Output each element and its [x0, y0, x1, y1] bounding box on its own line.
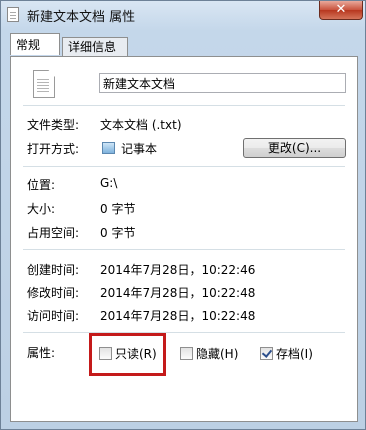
title-bar[interactable]: 新建文本文档 属性 ✕: [1, 1, 365, 29]
tab-details[interactable]: 详细信息: [62, 37, 128, 57]
tab-bar: 常规 详细信息: [10, 33, 358, 57]
size-value: 0 字节: [100, 202, 136, 216]
archive-checkbox[interactable]: [260, 347, 273, 360]
file-name-input[interactable]: [99, 73, 346, 93]
accessed-value: 2014年7月28日，10:22:48: [100, 309, 256, 323]
readonly-highlight-annotation: [89, 333, 166, 376]
size-on-disk-label: 占用空间:: [27, 226, 80, 240]
document-icon: [33, 70, 55, 98]
created-label: 创建时间:: [27, 263, 80, 277]
divider: [23, 166, 345, 167]
accessed-label: 访问时间:: [27, 309, 80, 323]
change-button[interactable]: 更改(C)...: [243, 138, 346, 158]
location-label: 位置:: [27, 178, 56, 192]
open-with-value: 记事本: [121, 142, 158, 156]
general-panel: 文件类型: 文本文档 (.txt) 打开方式: 记事本 更改(C)... 位置:…: [10, 56, 358, 422]
attributes-label: 属性:: [27, 346, 56, 360]
created-value: 2014年7月28日，10:22:46: [100, 263, 256, 277]
location-value: G:\: [100, 176, 118, 190]
notepad-icon: [102, 142, 115, 154]
hidden-label[interactable]: 隐藏(H): [196, 345, 238, 362]
window-title: 新建文本文档 属性: [27, 10, 136, 25]
modified-label: 修改时间:: [27, 286, 80, 300]
file-type-label: 文件类型:: [27, 118, 80, 132]
divider: [23, 332, 345, 333]
size-label: 大小:: [27, 202, 56, 216]
modified-value: 2014年7月28日，10:22:48: [100, 286, 256, 300]
open-with-label: 打开方式:: [27, 142, 80, 156]
divider: [23, 249, 345, 250]
text-file-icon: [7, 7, 19, 22]
size-on-disk-value: 0 字节: [100, 226, 136, 240]
tab-general[interactable]: 常规: [10, 33, 60, 55]
close-button[interactable]: ✕: [319, 1, 363, 20]
divider: [23, 105, 345, 106]
document-icon-lines: [37, 79, 49, 80]
hidden-checkbox[interactable]: [180, 347, 193, 360]
archive-label[interactable]: 存档(I): [276, 345, 313, 362]
file-type-value: 文本文档 (.txt): [100, 118, 182, 132]
properties-window: 新建文本文档 属性 ✕ 常规 详细信息 文件类型: 文本文档 (.txt) 打开…: [0, 0, 366, 430]
